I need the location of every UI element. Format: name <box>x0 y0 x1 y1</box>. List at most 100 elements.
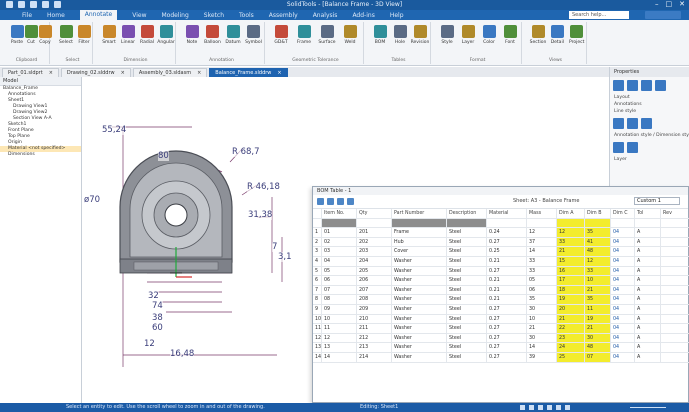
dimension-label[interactable]: 80 <box>158 151 169 161</box>
grid-cell[interactable] <box>322 218 357 228</box>
grid-cell[interactable]: A <box>635 237 661 247</box>
grid-cell[interactable]: 04 <box>611 256 635 266</box>
grid-cell[interactable]: 0.24 <box>487 228 527 237</box>
tab-annotations[interactable]: Annotations <box>610 101 689 108</box>
grid-cell[interactable]: 21 <box>585 285 611 295</box>
grid-icon[interactable] <box>627 80 638 91</box>
grid-cell[interactable]: 0.27 <box>487 333 527 343</box>
grid-cell[interactable] <box>611 218 635 228</box>
table-icon[interactable] <box>641 80 652 91</box>
style-a-icon[interactable] <box>613 142 624 153</box>
ribbon-button[interactable]: Weld <box>339 25 361 45</box>
grid-cell[interactable]: 04 <box>611 276 635 285</box>
grid-cell[interactable]: Dim A <box>557 209 585 218</box>
dimension-label[interactable]: R 46,18 <box>247 182 280 192</box>
grid-cell[interactable]: Washer <box>392 304 447 314</box>
grid-cell[interactable]: 21 <box>557 314 585 324</box>
grid-cell[interactable]: Dim B <box>585 209 611 218</box>
grid-cell[interactable]: Steel <box>447 333 487 343</box>
dimension-label[interactable]: 55,24 <box>102 125 127 135</box>
grid-cell[interactable] <box>357 218 392 228</box>
table-row[interactable]: 7 07 207 Washer Steel 0.21 06 18 21 04 A <box>313 285 689 296</box>
table-row[interactable]: 14 14 214 Washer Steel 0.27 39 25 07 04 A <box>313 352 689 363</box>
doc-tab-balance-frame[interactable]: Balance_Frame.slddrw × <box>209 68 288 77</box>
units-icon[interactable] <box>547 405 552 410</box>
snap-icon[interactable] <box>520 405 525 410</box>
grid-cell[interactable]: 33 <box>527 266 557 276</box>
grid-cell[interactable]: Washer <box>392 276 447 285</box>
grid-cell[interactable]: Washer <box>392 266 447 276</box>
chart-icon[interactable] <box>655 80 666 91</box>
grid-cell[interactable]: 0.21 <box>487 276 527 285</box>
grid-cell[interactable]: 12 <box>557 228 585 237</box>
grid-cell[interactable]: Steel <box>447 276 487 285</box>
grid-cell[interactable]: 25 <box>557 352 585 362</box>
grid-cell[interactable]: 01 <box>322 228 357 237</box>
grid-cell[interactable]: 19 <box>585 314 611 324</box>
delete-row-icon[interactable] <box>327 198 334 205</box>
grid-cell[interactable]: 14 <box>322 352 357 362</box>
grid-cell[interactable]: A <box>635 228 661 237</box>
grid-cell[interactable] <box>557 218 585 228</box>
grid-cell[interactable]: 04 <box>322 256 357 266</box>
maximize-button[interactable]: □ <box>666 0 673 8</box>
grid-cell[interactable]: 21 <box>527 324 557 333</box>
menu-addins[interactable]: Add-ins <box>352 12 374 19</box>
grid-cell[interactable]: Frame <box>392 228 447 237</box>
grid-cell[interactable]: Steel <box>447 324 487 333</box>
grid-cell[interactable]: 212 <box>357 333 392 343</box>
grid-cell[interactable]: 0.27 <box>487 352 527 362</box>
grid-cell[interactable]: A <box>635 266 661 276</box>
ribbon-button[interactable]: Font <box>499 25 521 45</box>
solid-line-icon[interactable] <box>613 118 624 129</box>
grid-cell[interactable]: 37 <box>527 237 557 247</box>
menu-tools[interactable]: Tools <box>239 12 254 19</box>
grid-cell[interactable]: Washer <box>392 256 447 266</box>
grid-cell[interactable]: Steel <box>447 295 487 304</box>
menu-modeling[interactable]: Modeling <box>161 12 188 19</box>
grid-cell[interactable]: Steel <box>447 256 487 266</box>
ribbon-button[interactable]: Hole <box>389 25 411 45</box>
grid-cell[interactable]: 02 <box>322 237 357 247</box>
grid-cell[interactable]: 09 <box>322 304 357 314</box>
grid-cell[interactable]: 213 <box>357 343 392 352</box>
table-row[interactable]: 9 09 209 Washer Steel 0.27 30 20 11 04 A <box>313 304 689 315</box>
ribbon-button[interactable]: Frame <box>293 25 315 45</box>
grid-cell[interactable]: 14 <box>527 343 557 352</box>
grid-cell[interactable]: 9 <box>313 304 322 314</box>
grid-cell[interactable]: 06 <box>322 276 357 285</box>
grid-cell[interactable]: 35 <box>527 295 557 304</box>
grid-cell[interactable]: 203 <box>357 247 392 256</box>
grid-cell[interactable]: Steel <box>447 247 487 256</box>
grid-cell[interactable]: Steel <box>447 266 487 276</box>
view-icon[interactable] <box>556 405 561 410</box>
grid-cell[interactable]: A <box>635 352 661 362</box>
grid-cell[interactable]: 14 <box>527 247 557 256</box>
grid-cell[interactable]: A <box>635 295 661 304</box>
grid-cell[interactable]: A <box>635 314 661 324</box>
grid-cell[interactable]: 11 <box>313 324 322 333</box>
ribbon-button[interactable]: GD&T <box>270 25 292 45</box>
ribbon-button[interactable]: Balloon <box>202 25 224 45</box>
grid-cell[interactable]: 6 <box>313 276 322 285</box>
ribbon-button[interactable]: Symbol <box>243 25 265 45</box>
grid-cell[interactable]: Washer <box>392 352 447 362</box>
dimension-label[interactable]: 74 <box>152 301 163 311</box>
grid-cell[interactable]: 08 <box>322 295 357 304</box>
bom-filter-row[interactable] <box>313 218 689 229</box>
grid-cell[interactable]: A <box>635 247 661 256</box>
dimension-label[interactable]: 31,38 <box>248 210 273 220</box>
table-row[interactable]: 11 11 211 Washer Steel 0.27 21 22 21 04 A <box>313 324 689 334</box>
menu-help[interactable]: Help <box>390 12 404 19</box>
grid-cell[interactable]: 04 <box>611 237 635 247</box>
grid-cell[interactable] <box>447 218 487 228</box>
grid-cell[interactable]: 10 <box>527 314 557 324</box>
layout-icon[interactable] <box>613 80 624 91</box>
grid-cell[interactable]: Washer <box>392 324 447 333</box>
display-icon[interactable] <box>565 405 570 410</box>
grid-cell[interactable]: A <box>635 324 661 333</box>
grid-cell[interactable]: 30 <box>585 333 611 343</box>
grid-cell[interactable]: 07 <box>585 352 611 362</box>
grid-cell[interactable]: 04 <box>611 343 635 352</box>
grid-cell[interactable]: Steel <box>447 343 487 352</box>
